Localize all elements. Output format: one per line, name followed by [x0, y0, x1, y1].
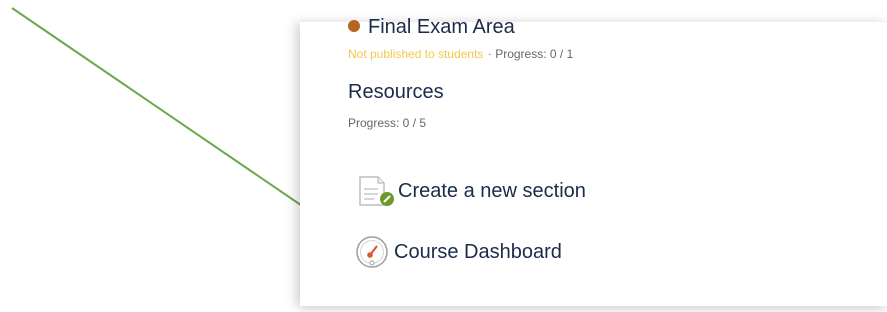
create-section-label: Create a new section: [398, 179, 586, 202]
section-meta-resources: Progress: 0 / 5: [348, 115, 426, 131]
screenshot-stage: Final Exam Area Not published to student…: [0, 0, 887, 312]
gauge-icon: [354, 234, 390, 270]
course-dashboard-label: Course Dashboard: [394, 240, 562, 263]
document-plus-icon: [354, 173, 394, 209]
section-title-final-exam[interactable]: Final Exam Area: [348, 15, 515, 39]
course-sections-panel: Final Exam Area Not published to student…: [300, 16, 887, 306]
separator-dot: .: [488, 47, 492, 58]
course-dashboard-button[interactable]: Course Dashboard: [354, 234, 562, 270]
progress-text: Progress: 0 / 5: [348, 116, 427, 130]
publish-status: Not published to students: [348, 47, 484, 61]
progress-text: Progress: 0 / 1: [495, 47, 574, 61]
section-meta-final-exam: Not published to students. Progress: 0 / …: [348, 46, 573, 64]
section-title-resources[interactable]: Resources: [348, 80, 444, 104]
create-section-button[interactable]: Create a new section: [354, 173, 586, 209]
status-dot-icon: [348, 20, 360, 32]
